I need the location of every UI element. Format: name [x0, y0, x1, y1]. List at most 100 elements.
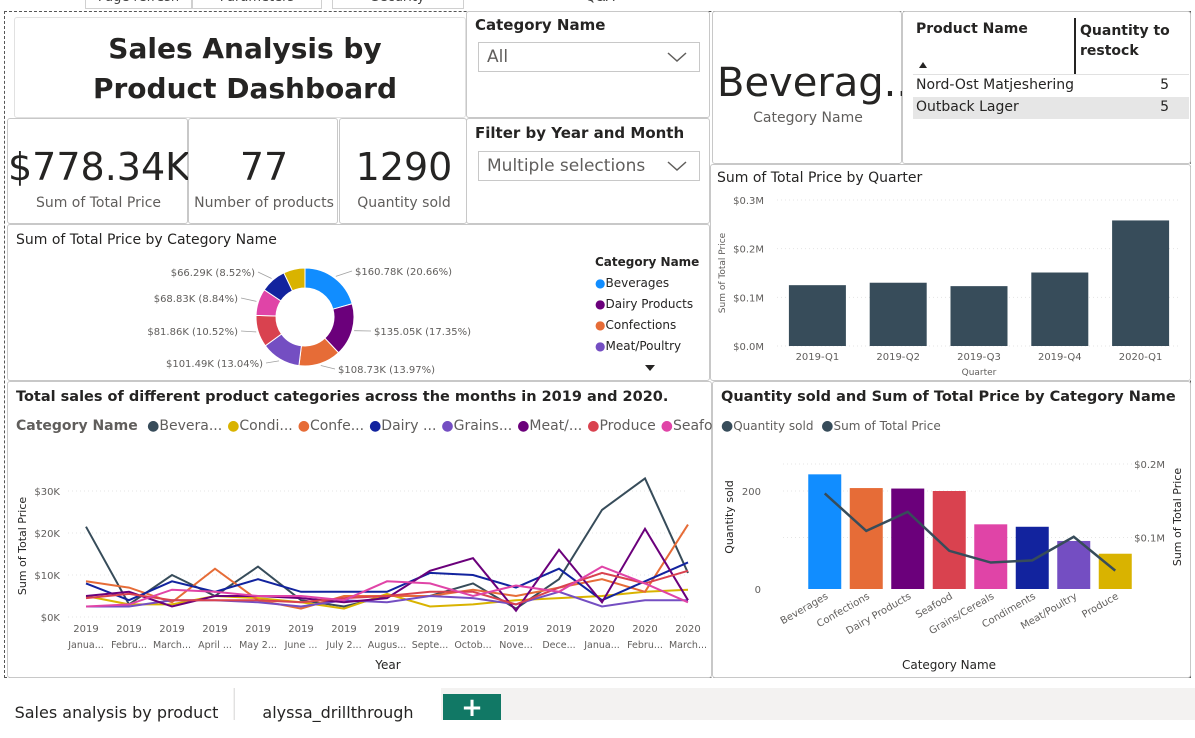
legend-marker: ●: [595, 276, 605, 290]
kpi-card-quantity-sold[interactable]: 1290 Quantity sold: [339, 118, 467, 224]
tab-sales-analysis[interactable]: Sales analysis by product: [0, 688, 233, 720]
bar: [951, 286, 1008, 346]
x-tick-month: April ...: [198, 640, 232, 651]
x-tick-month: Janua...: [67, 640, 104, 651]
bar: [1031, 273, 1088, 346]
x-tick-year: 2020: [589, 624, 614, 635]
y-tick-label: $0.0M: [733, 342, 764, 353]
y-tick-label: $0.1M: [733, 293, 764, 304]
legend-label: Meat/Poultry: [605, 339, 681, 353]
line-chart: $0K$10K$20K$30K2019Janua...2019Febru...2…: [8, 382, 711, 677]
x-tick-year: 2019: [503, 624, 528, 635]
combo-chart-tile[interactable]: Quantity sold and Sum of Total Price by …: [712, 381, 1191, 678]
category-card-value: Beverag...: [717, 60, 899, 106]
dropdown-value: Multiple selections: [487, 156, 645, 176]
x-tick-year: 2019: [331, 624, 356, 635]
restock-table-tile: Product Name Quantity to restock Nord-Os…: [902, 11, 1191, 164]
x-tick-month: Dece...: [542, 640, 575, 651]
y-right-tick: $0.1M: [1134, 534, 1165, 545]
tab-qa[interactable]: Q&A: [465, 0, 735, 9]
line-chart-tile[interactable]: Total sales of different product categor…: [7, 381, 712, 678]
x-tick-month: Febru...: [111, 640, 147, 651]
label-leader: [336, 271, 352, 276]
legend-label: Dairy Products: [605, 297, 693, 311]
x-tick-month: Augus...: [368, 640, 407, 651]
label-leader: [321, 365, 335, 369]
x-tick-month: Nove...: [499, 640, 532, 651]
legend-item[interactable]: ●Dairy Products: [595, 297, 705, 311]
quantity-cell: 5: [1160, 99, 1169, 115]
kpi-value: $778.34K: [8, 147, 189, 187]
page-title: Sales Analysis by Product Dashboard: [45, 29, 445, 109]
y-left-tick: 0: [755, 585, 761, 596]
x-tick-month: Febru...: [627, 640, 663, 651]
table-row[interactable]: Nord-Ost Matjeshering 5: [913, 74, 1189, 97]
quarter-bar-chart: $0.0M$0.1M$0.2M$0.3M2019-Q12019-Q22019-Q…: [711, 165, 1190, 380]
quantity-cell: 5: [1160, 77, 1169, 93]
product-name-cell: Outback Lager: [916, 99, 1019, 115]
legend-marker: ●: [595, 297, 605, 311]
x-tick-month: May 2...: [239, 640, 277, 651]
y-tick-label: $20K: [34, 529, 60, 540]
y-tick-label: $0K: [41, 613, 61, 624]
column-header-quantity[interactable]: Quantity to restock: [1080, 21, 1180, 61]
dropdown-value: All: [487, 47, 508, 67]
tab-page-refresh[interactable]: Page refresh: [85, 0, 192, 9]
x-tick-year: 2019: [546, 624, 571, 635]
bar: [1112, 220, 1169, 346]
category-dropdown[interactable]: All: [478, 42, 700, 72]
x-tick-year: 2020: [632, 624, 657, 635]
restock-table: Product Name Quantity to restock Nord-Os…: [913, 18, 1189, 119]
series-line: [86, 571, 688, 605]
legend-scroll-down-icon[interactable]: [645, 365, 655, 371]
category-card-label: Category Name: [713, 110, 903, 126]
x-tick-month: March...: [153, 640, 191, 651]
quarter-chart-tile[interactable]: Sum of Total Price by Quarter $0.0M$0.1M…: [710, 164, 1191, 381]
legend-item[interactable]: ●Meat/Poultry: [595, 339, 705, 353]
year-month-dropdown[interactable]: Multiple selections: [478, 151, 700, 181]
data-label: $68.83K (8.84%): [154, 294, 238, 305]
x-tick-month: Septe...: [412, 640, 449, 651]
kpi-card-total-price[interactable]: $778.34K Sum of Total Price: [7, 118, 188, 224]
legend-marker: ●: [595, 318, 605, 332]
x-tick-year: 2019: [417, 624, 442, 635]
x-tick-month: July 2...: [325, 640, 361, 651]
label-leader: [266, 361, 279, 363]
legend-item[interactable]: ●Confections: [595, 318, 705, 332]
chevron-down-icon: [667, 161, 687, 172]
label-leader: [258, 272, 272, 278]
legend-item[interactable]: ●Beverages: [595, 276, 705, 290]
x-tick-month: March...: [669, 640, 707, 651]
y-left-axis-title: Quantity sold: [723, 480, 736, 554]
legend-title: Category Name: [595, 255, 705, 269]
legend-label: Beverages: [605, 276, 669, 290]
y-left-tick: 200: [742, 487, 761, 498]
table-row[interactable]: Outback Lager 5: [913, 97, 1189, 119]
add-page-button[interactable]: +: [443, 694, 501, 720]
x-tick-label: Produce: [1080, 591, 1120, 621]
slicer-title: Filter by Year and Month: [475, 124, 684, 142]
tab-alyssa-drillthrough[interactable]: alyssa_drillthrough: [234, 688, 441, 720]
slicer-title: Category Name: [475, 16, 605, 34]
donut-chart-tile[interactable]: Sum of Total Price by Category Name $160…: [7, 224, 710, 381]
category-slicer: Category Name All: [466, 11, 710, 118]
y-axis-title: Sum of Total Price: [718, 232, 728, 313]
y-tick-label: $0.3M: [733, 196, 764, 207]
x-tick-month: Janua...: [583, 640, 620, 651]
tab-parameters[interactable]: Parameters: [192, 0, 322, 9]
x-tick-label: 2019-Q2: [876, 352, 920, 363]
bar: [1016, 527, 1049, 589]
page-tabs-bar: Sales analysis by product alyssa_drillth…: [0, 688, 1195, 720]
category-card[interactable]: Beverag... Category Name: [712, 11, 902, 164]
chevron-down-icon: [667, 52, 687, 63]
x-tick-year: 2019: [159, 624, 184, 635]
data-label: $160.78K (20.66%): [355, 267, 452, 278]
x-tick-year: 2019: [116, 624, 141, 635]
kpi-card-number-products[interactable]: 77 Number of products: [188, 118, 338, 224]
x-tick-year: 2019: [288, 624, 313, 635]
bar: [808, 474, 841, 589]
tab-security[interactable]: Security: [332, 0, 464, 9]
column-header-product[interactable]: Product Name: [916, 21, 1028, 37]
bar: [789, 285, 846, 346]
title-tile: Sales Analysis by Product Dashboard: [14, 17, 466, 118]
